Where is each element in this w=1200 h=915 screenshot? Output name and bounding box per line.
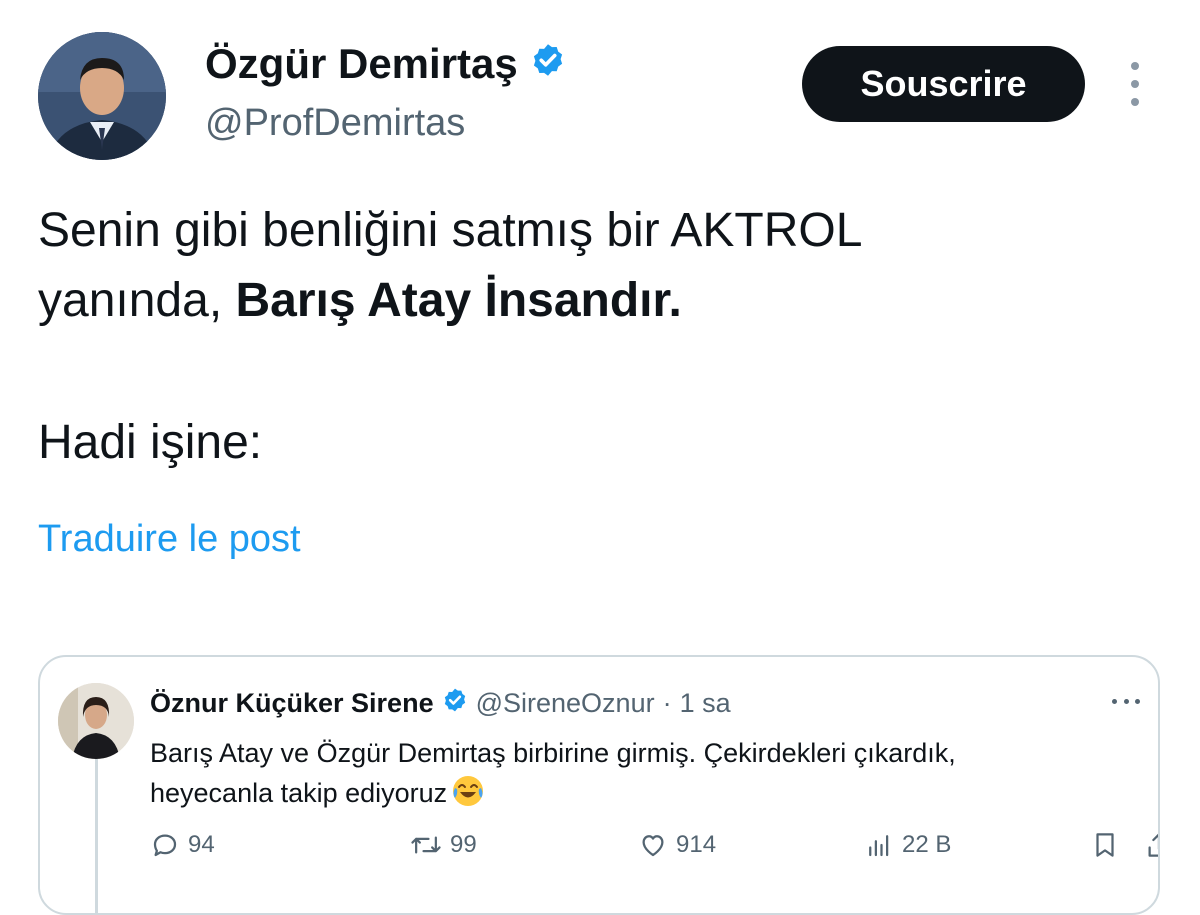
subscribe-button[interactable]: Souscrire	[802, 46, 1085, 122]
more-vertical-icon[interactable]	[1128, 62, 1142, 106]
reply-icon	[150, 830, 180, 860]
share-icon	[1144, 830, 1158, 860]
reply-count: 94	[188, 831, 215, 858]
bookmark-button[interactable]	[1090, 827, 1120, 863]
tweet-line-2-text: yanında,	[38, 274, 236, 327]
verified-badge-icon	[442, 687, 468, 720]
tweet-line-2: yanında, Barış Atay İnsandır.	[38, 266, 1158, 336]
bookmark-icon	[1090, 830, 1120, 860]
tweet-line-2-bold: Barış Atay İnsandır.	[235, 274, 682, 327]
reply-button[interactable]: 94	[150, 827, 215, 863]
more-horizontal-icon[interactable]	[1112, 697, 1140, 705]
quoted-author-handle[interactable]: @SireneOznur	[476, 688, 655, 719]
retweet-button[interactable]: 99	[410, 827, 477, 863]
retweet-icon	[410, 830, 442, 860]
views-button[interactable]: 22 B	[864, 827, 951, 863]
quoted-text: Barış Atay ve Özgür Demirtaş birbirine g…	[150, 733, 1110, 813]
quoted-author-avatar[interactable]	[58, 683, 134, 759]
quoted-text-line-2: heyecanla takip ediyoruz	[150, 773, 1110, 813]
quoted-action-bar: 94 99 914 22 B	[148, 827, 1158, 863]
tweet-text: Senin gibi benliğini satmış bir AKTROL y…	[38, 196, 1158, 478]
author-handle[interactable]: @ProfDemirtas	[205, 102, 465, 145]
views-count: 22 B	[902, 831, 952, 858]
quoted-timestamp[interactable]: 1 sa	[680, 688, 731, 719]
tweet-line-3: Hadi işine:	[38, 416, 263, 469]
analytics-icon	[864, 830, 894, 860]
tweet-line-1: Senin gibi benliğini satmış bir AKTROL	[38, 204, 863, 257]
quoted-text-line-1: Barış Atay ve Özgür Demirtaş birbirine g…	[150, 738, 956, 768]
retweet-count: 99	[450, 831, 477, 858]
separator-dot: ·	[662, 687, 672, 718]
share-button[interactable]	[1144, 827, 1158, 863]
like-button[interactable]: 914	[638, 827, 716, 863]
quoted-text-line-2-text: heyecanla takip ediyoruz	[150, 778, 448, 808]
author-name[interactable]: Özgür Demirtaş	[205, 40, 566, 88]
author-name-text[interactable]: Özgür Demirtaş	[205, 40, 518, 88]
quoted-header: Öznur Küçüker Sirene @SireneOznur · 1 sa	[150, 683, 731, 723]
verified-badge-icon	[530, 40, 566, 88]
quoted-tweet-card[interactable]: Öznur Küçüker Sirene @SireneOznur · 1 sa…	[38, 655, 1160, 915]
author-avatar[interactable]	[38, 32, 166, 160]
quoted-author-name[interactable]: Öznur Küçüker Sirene	[150, 688, 434, 719]
heart-icon	[638, 830, 668, 860]
translate-post-link[interactable]: Traduire le post	[38, 518, 301, 561]
face-with-tears-of-joy-icon	[451, 774, 485, 808]
like-count: 914	[676, 831, 717, 858]
thread-line	[95, 755, 98, 913]
